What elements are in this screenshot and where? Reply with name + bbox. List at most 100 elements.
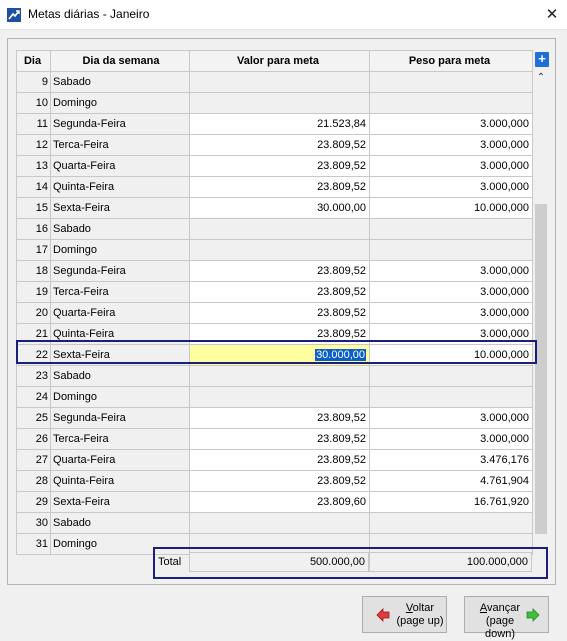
cell-peso-meta[interactable]: 3.000,000 xyxy=(369,134,533,156)
cell-valor-meta[interactable]: 23.809,52 xyxy=(189,323,370,345)
table-row[interactable]: 28 Quinta-Feira 23.809,52 4.761,904 xyxy=(16,470,533,492)
cell-peso-meta[interactable]: 3.000,000 xyxy=(369,302,533,324)
header-peso-meta[interactable]: Peso para meta xyxy=(369,50,533,72)
header-dia[interactable]: Dia xyxy=(16,50,51,72)
cell-dia: 13 xyxy=(16,155,51,177)
cell-dia-semana: Quinta-Feira xyxy=(50,176,190,198)
cell-peso-meta[interactable]: 4.761,904 xyxy=(369,470,533,492)
table-row[interactable]: 17 Domingo xyxy=(16,239,533,261)
cell-peso-meta[interactable]: 3.000,000 xyxy=(369,407,533,429)
cell-dia: 25 xyxy=(16,407,51,429)
table-row[interactable]: 10 Domingo xyxy=(16,92,533,114)
table-row[interactable]: 18 Segunda-Feira 23.809,52 3.000,000 xyxy=(16,260,533,282)
add-row-button[interactable]: + xyxy=(535,52,549,67)
cell-valor-meta[interactable]: 23.809,52 xyxy=(189,470,370,492)
table-row[interactable]: 16 Sabado xyxy=(16,218,533,240)
cell-peso-meta[interactable]: 3.000,000 xyxy=(369,281,533,303)
table-row[interactable]: 23 Sabado xyxy=(16,365,533,387)
table-row[interactable]: 14 Quinta-Feira 23.809,52 3.000,000 xyxy=(16,176,533,198)
voltar-label: Voltar (page up) xyxy=(395,602,445,628)
table-row[interactable]: 11 Segunda-Feira 21.523,84 3.000,000 xyxy=(16,113,533,135)
cell-valor-meta[interactable]: 30.000,00 xyxy=(189,344,370,366)
cell-dia: 11 xyxy=(16,113,51,135)
cell-peso-meta[interactable]: 10.000,000 xyxy=(369,197,533,219)
cell-dia-semana: Segunda-Feira xyxy=(50,113,190,135)
table-row[interactable]: 12 Terca-Feira 23.809,52 3.000,000 xyxy=(16,134,533,156)
voltar-button[interactable]: Voltar (page up) xyxy=(362,596,447,633)
cell-valor-meta[interactable] xyxy=(189,71,370,93)
cell-valor-meta[interactable]: 23.809,52 xyxy=(189,407,370,429)
table-row[interactable]: 20 Quarta-Feira 23.809,52 3.000,000 xyxy=(16,302,533,324)
cell-peso-meta[interactable] xyxy=(369,92,533,114)
table-row[interactable]: 24 Domingo xyxy=(16,386,533,408)
table-row[interactable]: 29 Sexta-Feira 23.809,60 16.761,920 xyxy=(16,491,533,513)
selected-value-text[interactable]: 30.000,00 xyxy=(315,349,366,361)
table-row[interactable]: 27 Quarta-Feira 23.809,52 3.476,176 xyxy=(16,449,533,471)
cell-valor-meta[interactable] xyxy=(189,386,370,408)
cell-peso-meta[interactable] xyxy=(369,365,533,387)
table-row[interactable]: 9 Sabado xyxy=(16,71,533,93)
table-row[interactable]: 25 Segunda-Feira 23.809,52 3.000,000 xyxy=(16,407,533,429)
header-row: Dia Dia da semana Valor para meta Peso p… xyxy=(16,50,533,72)
cell-valor-meta[interactable] xyxy=(189,512,370,534)
cell-peso-meta[interactable]: 3.000,000 xyxy=(369,428,533,450)
cell-peso-meta[interactable] xyxy=(369,71,533,93)
cell-dia: 27 xyxy=(16,449,51,471)
header-valor-meta[interactable]: Valor para meta xyxy=(189,50,370,72)
cell-valor-meta[interactable] xyxy=(189,365,370,387)
cell-peso-meta[interactable]: 10.000,000 xyxy=(369,344,533,366)
table-row[interactable]: 21 Quinta-Feira 23.809,52 3.000,000 xyxy=(16,323,533,345)
cell-valor-meta[interactable]: 23.809,52 xyxy=(189,428,370,450)
arrow-right-icon xyxy=(526,608,540,622)
table-row[interactable]: 22 Sexta-Feira 30.000,00 10.000,000 xyxy=(16,344,533,366)
avancar-label: Avançar (page down) xyxy=(470,602,530,641)
table-row[interactable]: 13 Quarta-Feira 23.809,52 3.000,000 xyxy=(16,155,533,177)
cell-dia: 17 xyxy=(16,239,51,261)
voltar-mnemonic: V xyxy=(405,602,413,614)
cell-valor-meta[interactable] xyxy=(189,92,370,114)
table-row[interactable]: 15 Sexta-Feira 30.000,00 10.000,000 xyxy=(16,197,533,219)
cell-valor-meta[interactable]: 21.523,84 xyxy=(189,113,370,135)
cell-valor-meta[interactable]: 23.809,52 xyxy=(189,134,370,156)
cell-peso-meta[interactable]: 3.476,176 xyxy=(369,449,533,471)
scroll-thumb[interactable] xyxy=(535,204,547,534)
cell-valor-meta[interactable]: 23.809,52 xyxy=(189,260,370,282)
window-title: Metas diárias - Janeiro xyxy=(28,7,150,21)
cell-peso-meta[interactable]: 3.000,000 xyxy=(369,176,533,198)
cell-peso-meta[interactable] xyxy=(369,512,533,534)
cell-valor-meta[interactable]: 23.809,52 xyxy=(189,281,370,303)
cell-peso-meta[interactable] xyxy=(369,386,533,408)
cell-dia-semana: Sabado xyxy=(50,365,190,387)
avancar-button[interactable]: Avançar (page down) xyxy=(464,596,549,640)
cell-valor-meta[interactable]: 23.809,52 xyxy=(189,449,370,471)
table-row[interactable]: 26 Terca-Feira 23.809,52 3.000,000 xyxy=(16,428,533,450)
cell-peso-meta[interactable] xyxy=(369,218,533,240)
cell-dia-semana: Sabado xyxy=(50,512,190,534)
cell-peso-meta[interactable]: 3.000,000 xyxy=(369,260,533,282)
cell-valor-meta[interactable] xyxy=(189,239,370,261)
cell-dia-semana: Sabado xyxy=(50,71,190,93)
cell-valor-meta[interactable] xyxy=(189,218,370,240)
cell-valor-meta[interactable]: 30.000,00 xyxy=(189,197,370,219)
grid-viewport: Dia Dia da semana Valor para meta Peso p… xyxy=(16,50,533,591)
cell-peso-meta[interactable]: 3.000,000 xyxy=(369,155,533,177)
cell-valor-meta[interactable]: 23.809,60 xyxy=(189,491,370,513)
cell-dia: 14 xyxy=(16,176,51,198)
close-button[interactable]: ✕ xyxy=(537,0,567,30)
table-row[interactable]: 30 Sabado xyxy=(16,512,533,534)
table-body: 9 Sabado 10 Domingo 11 Segunda-Feira 21.523,84… xyxy=(16,71,533,555)
cell-peso-meta[interactable]: 16.761,920 xyxy=(369,491,533,513)
header-dia-semana[interactable]: Dia da semana xyxy=(50,50,190,72)
cell-peso-meta[interactable]: 3.000,000 xyxy=(369,113,533,135)
total-label: Total xyxy=(158,556,182,568)
cell-valor-meta[interactable]: 23.809,52 xyxy=(189,302,370,324)
cell-peso-meta[interactable]: 3.000,000 xyxy=(369,323,533,345)
scroll-up-icon[interactable]: ⌃ xyxy=(533,70,549,86)
vertical-scrollbar[interactable]: ⌃ xyxy=(533,68,549,544)
scroll-down-icon[interactable] xyxy=(533,528,549,544)
cell-dia: 12 xyxy=(16,134,51,156)
cell-valor-meta[interactable]: 23.809,52 xyxy=(189,176,370,198)
table-row[interactable]: 19 Terca-Feira 23.809,52 3.000,000 xyxy=(16,281,533,303)
cell-valor-meta[interactable]: 23.809,52 xyxy=(189,155,370,177)
cell-peso-meta[interactable] xyxy=(369,239,533,261)
